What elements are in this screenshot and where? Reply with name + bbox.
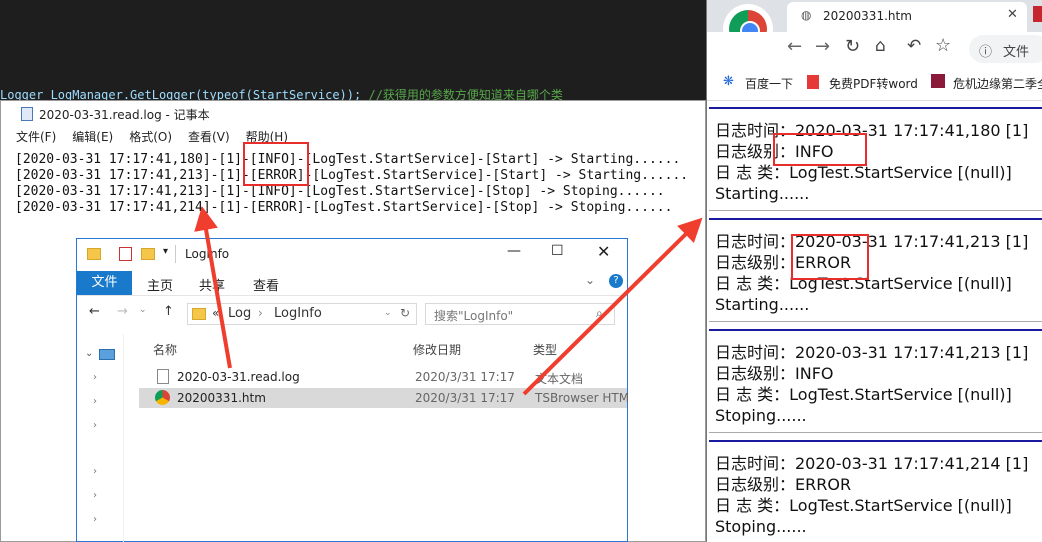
annotation-arrows xyxy=(194,206,703,396)
arrow-to-notepad xyxy=(194,206,232,369)
arrow-to-browser xyxy=(522,217,703,396)
